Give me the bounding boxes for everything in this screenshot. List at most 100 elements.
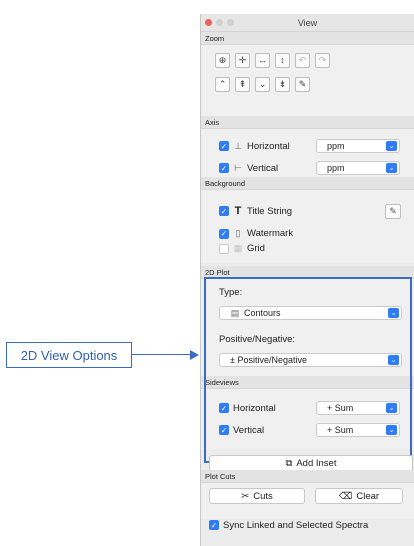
background-section: Background ✓ T Title String ✎ ✓ ▯ Waterm… xyxy=(201,177,414,263)
plot-type-value: Contours xyxy=(244,308,281,318)
posneg-select[interactable]: ± Positive/Negative ⌄ xyxy=(219,353,402,367)
grid-label: Grid xyxy=(247,243,265,254)
zoom-toolbar-row-1: ⊕ ✛ ↔ ↕ ↶ ↷ xyxy=(201,53,414,68)
grid-row: ▦ Grid xyxy=(201,241,414,256)
axis-vertical-row: ✓ ⊢ Vertical ppm ⌄ xyxy=(201,157,414,179)
zoom-full-icon: ✛ xyxy=(238,55,247,65)
title-string-row: ✓ T Title String ✎ xyxy=(201,200,414,222)
sync-checkbox[interactable]: ✓ xyxy=(209,520,219,530)
edit-title-button[interactable]: ✎ xyxy=(385,204,401,219)
cuts-label: Cuts xyxy=(253,490,273,502)
sideview-horizontal-label: Horizontal xyxy=(233,402,276,414)
chevron-down-icon: ⌄ xyxy=(388,308,399,318)
document-icon: ▯ xyxy=(235,228,241,238)
axis-header: Axis xyxy=(201,116,414,129)
zoom-redo-button[interactable]: ↷ xyxy=(315,53,330,68)
sideviews-section: Sideviews ✓ Horizontal + Sum ⌄ ✓ Vertica… xyxy=(201,376,414,449)
vertical-axis-icon: ⊢ xyxy=(234,162,242,173)
scale-down-button[interactable]: ⌄ xyxy=(255,77,270,92)
callout-text: 2D View Options xyxy=(20,347,118,363)
sideview-horizontal-mode-select[interactable]: + Sum ⌄ xyxy=(316,401,400,415)
axis-horizontal-checkbox[interactable]: ✓ xyxy=(219,141,229,151)
axis-horizontal-unit-value: ppm xyxy=(327,141,345,151)
zoom-redo-icon: ↷ xyxy=(318,55,327,65)
zoom-in-button[interactable]: ⊕ xyxy=(215,53,230,68)
sideviews-header: Sideviews xyxy=(201,376,414,389)
inset-icon: ⧉ xyxy=(285,457,293,469)
contours-icon: ▤ xyxy=(230,307,240,318)
chevron-down-icon: ⌄ xyxy=(386,141,397,151)
eraser-icon: ⌫ xyxy=(338,490,353,502)
axis-vertical-checkbox[interactable]: ✓ xyxy=(219,163,229,173)
axis-vertical-unit-value: ppm xyxy=(327,163,345,173)
horizontal-axis-icon: ⊥ xyxy=(234,140,242,151)
chevron-down-icon: ⌄ xyxy=(386,163,397,173)
plot-type-label: Type: xyxy=(219,287,243,298)
scale-up-icon: ⌃ xyxy=(218,79,227,89)
title-string-label: Title String xyxy=(247,205,293,217)
auto-scale-button[interactable]: ✎ xyxy=(295,77,310,92)
sideview-vertical-row: ✓ Vertical + Sum ⌄ xyxy=(201,419,414,441)
watermark-checkbox[interactable]: ✓ xyxy=(219,228,229,239)
callout-label: 2D View Options xyxy=(6,342,132,368)
sideview-vertical-mode-select[interactable]: + Sum ⌄ xyxy=(316,423,400,437)
add-inset-label: Add Inset xyxy=(296,457,337,469)
clear-cuts-button[interactable]: ⌫ Clear xyxy=(315,488,403,504)
chevron-down-icon: ⌄ xyxy=(386,425,397,435)
sync-label: Sync Linked and Selected Spectra xyxy=(223,519,369,531)
plot2d-header: 2D Plot xyxy=(201,266,414,279)
plot-cuts-header: Plot Cuts xyxy=(201,470,414,483)
auto-scale-icon: ✎ xyxy=(298,79,307,89)
posneg-value: ± Positive/Negative xyxy=(230,355,307,365)
sideview-horizontal-row: ✓ Horizontal + Sum ⌄ xyxy=(201,397,414,419)
axis-horizontal-unit-select[interactable]: ppm ⌄ xyxy=(316,139,400,153)
zoom-full-button[interactable]: ✛ xyxy=(235,53,250,68)
axis-vertical-unit-select[interactable]: ppm ⌄ xyxy=(316,161,400,175)
zoom-horizontal-icon: ↔ xyxy=(258,55,267,65)
zoom-vertical-button[interactable]: ↕ xyxy=(275,53,290,68)
grid-icon: ▦ xyxy=(233,243,243,253)
zoom-horizontal-button[interactable]: ↔ xyxy=(255,53,270,68)
title-string-checkbox[interactable]: ✓ xyxy=(219,206,229,216)
zoom-section: Zoom ⊕ ✛ ↔ ↕ ↶ ↷ ⌃ ⇞ ⌄ ⇟ ✎ xyxy=(201,32,414,116)
axis-horizontal-label: Horizontal xyxy=(247,140,290,152)
sideview-horizontal-checkbox[interactable]: ✓ xyxy=(219,403,229,413)
posneg-label: Positive/Negative: xyxy=(219,334,296,345)
scale-up-fast-button[interactable]: ⇞ xyxy=(235,77,250,92)
title-bar: View xyxy=(201,14,414,32)
scale-up-button[interactable]: ⌃ xyxy=(215,77,230,92)
zoom-undo-button[interactable]: ↶ xyxy=(295,53,310,68)
plot2d-section: 2D Plot Type: ▤ Contours ⌄ Positive/Nega… xyxy=(201,266,414,379)
callout-arrow-icon xyxy=(190,350,199,360)
add-inset-button[interactable]: ⧉ Add Inset xyxy=(209,455,413,471)
chevron-down-icon: ⌄ xyxy=(386,403,397,413)
grid-checkbox[interactable] xyxy=(219,243,229,254)
chevron-down-icon: ⌄ xyxy=(388,355,399,365)
plot-type-select[interactable]: ▤ Contours ⌄ xyxy=(219,306,402,320)
zoom-undo-icon: ↶ xyxy=(298,55,307,65)
scale-down-fast-button[interactable]: ⇟ xyxy=(275,77,290,92)
scale-down-icon: ⌄ xyxy=(258,79,267,89)
watermark-label: Watermark xyxy=(247,228,294,239)
clear-label: Clear xyxy=(356,490,380,502)
cuts-button[interactable]: ✂ Cuts xyxy=(209,488,305,504)
view-panel: View Zoom ⊕ ✛ ↔ ↕ ↶ ↷ ⌃ ⇞ ⌄ ⇟ ✎ Axis ✓ ⊥ Horizont… xyxy=(200,14,414,546)
scale-up-fast-icon: ⇞ xyxy=(238,79,247,89)
axis-section: Axis ✓ ⊥ Horizontal ppm ⌄ ✓ ⊢ Vertical p… xyxy=(201,116,414,183)
sideview-horizontal-mode-value: + Sum xyxy=(327,403,354,413)
window-title: View xyxy=(297,17,318,28)
zoom-toolbar-row-2: ⌃ ⇞ ⌄ ⇟ ✎ xyxy=(201,77,414,92)
text-icon: T xyxy=(234,205,242,217)
axis-vertical-label: Vertical xyxy=(247,162,279,174)
zoom-in-icon: ⊕ xyxy=(218,55,227,65)
zoom-vertical-icon: ↕ xyxy=(280,55,285,65)
background-header: Background xyxy=(201,177,414,190)
callout-line xyxy=(132,354,194,355)
sideview-vertical-label: Vertical xyxy=(233,424,265,436)
watermark-row: ✓ ▯ Watermark xyxy=(201,226,414,241)
sideview-vertical-checkbox[interactable]: ✓ xyxy=(219,425,229,435)
zoom-header: Zoom xyxy=(201,32,414,45)
sideview-vertical-mode-value: + Sum xyxy=(327,425,354,435)
scissors-icon: ✂ xyxy=(241,490,250,502)
scale-down-fast-icon: ⇟ xyxy=(278,79,287,89)
